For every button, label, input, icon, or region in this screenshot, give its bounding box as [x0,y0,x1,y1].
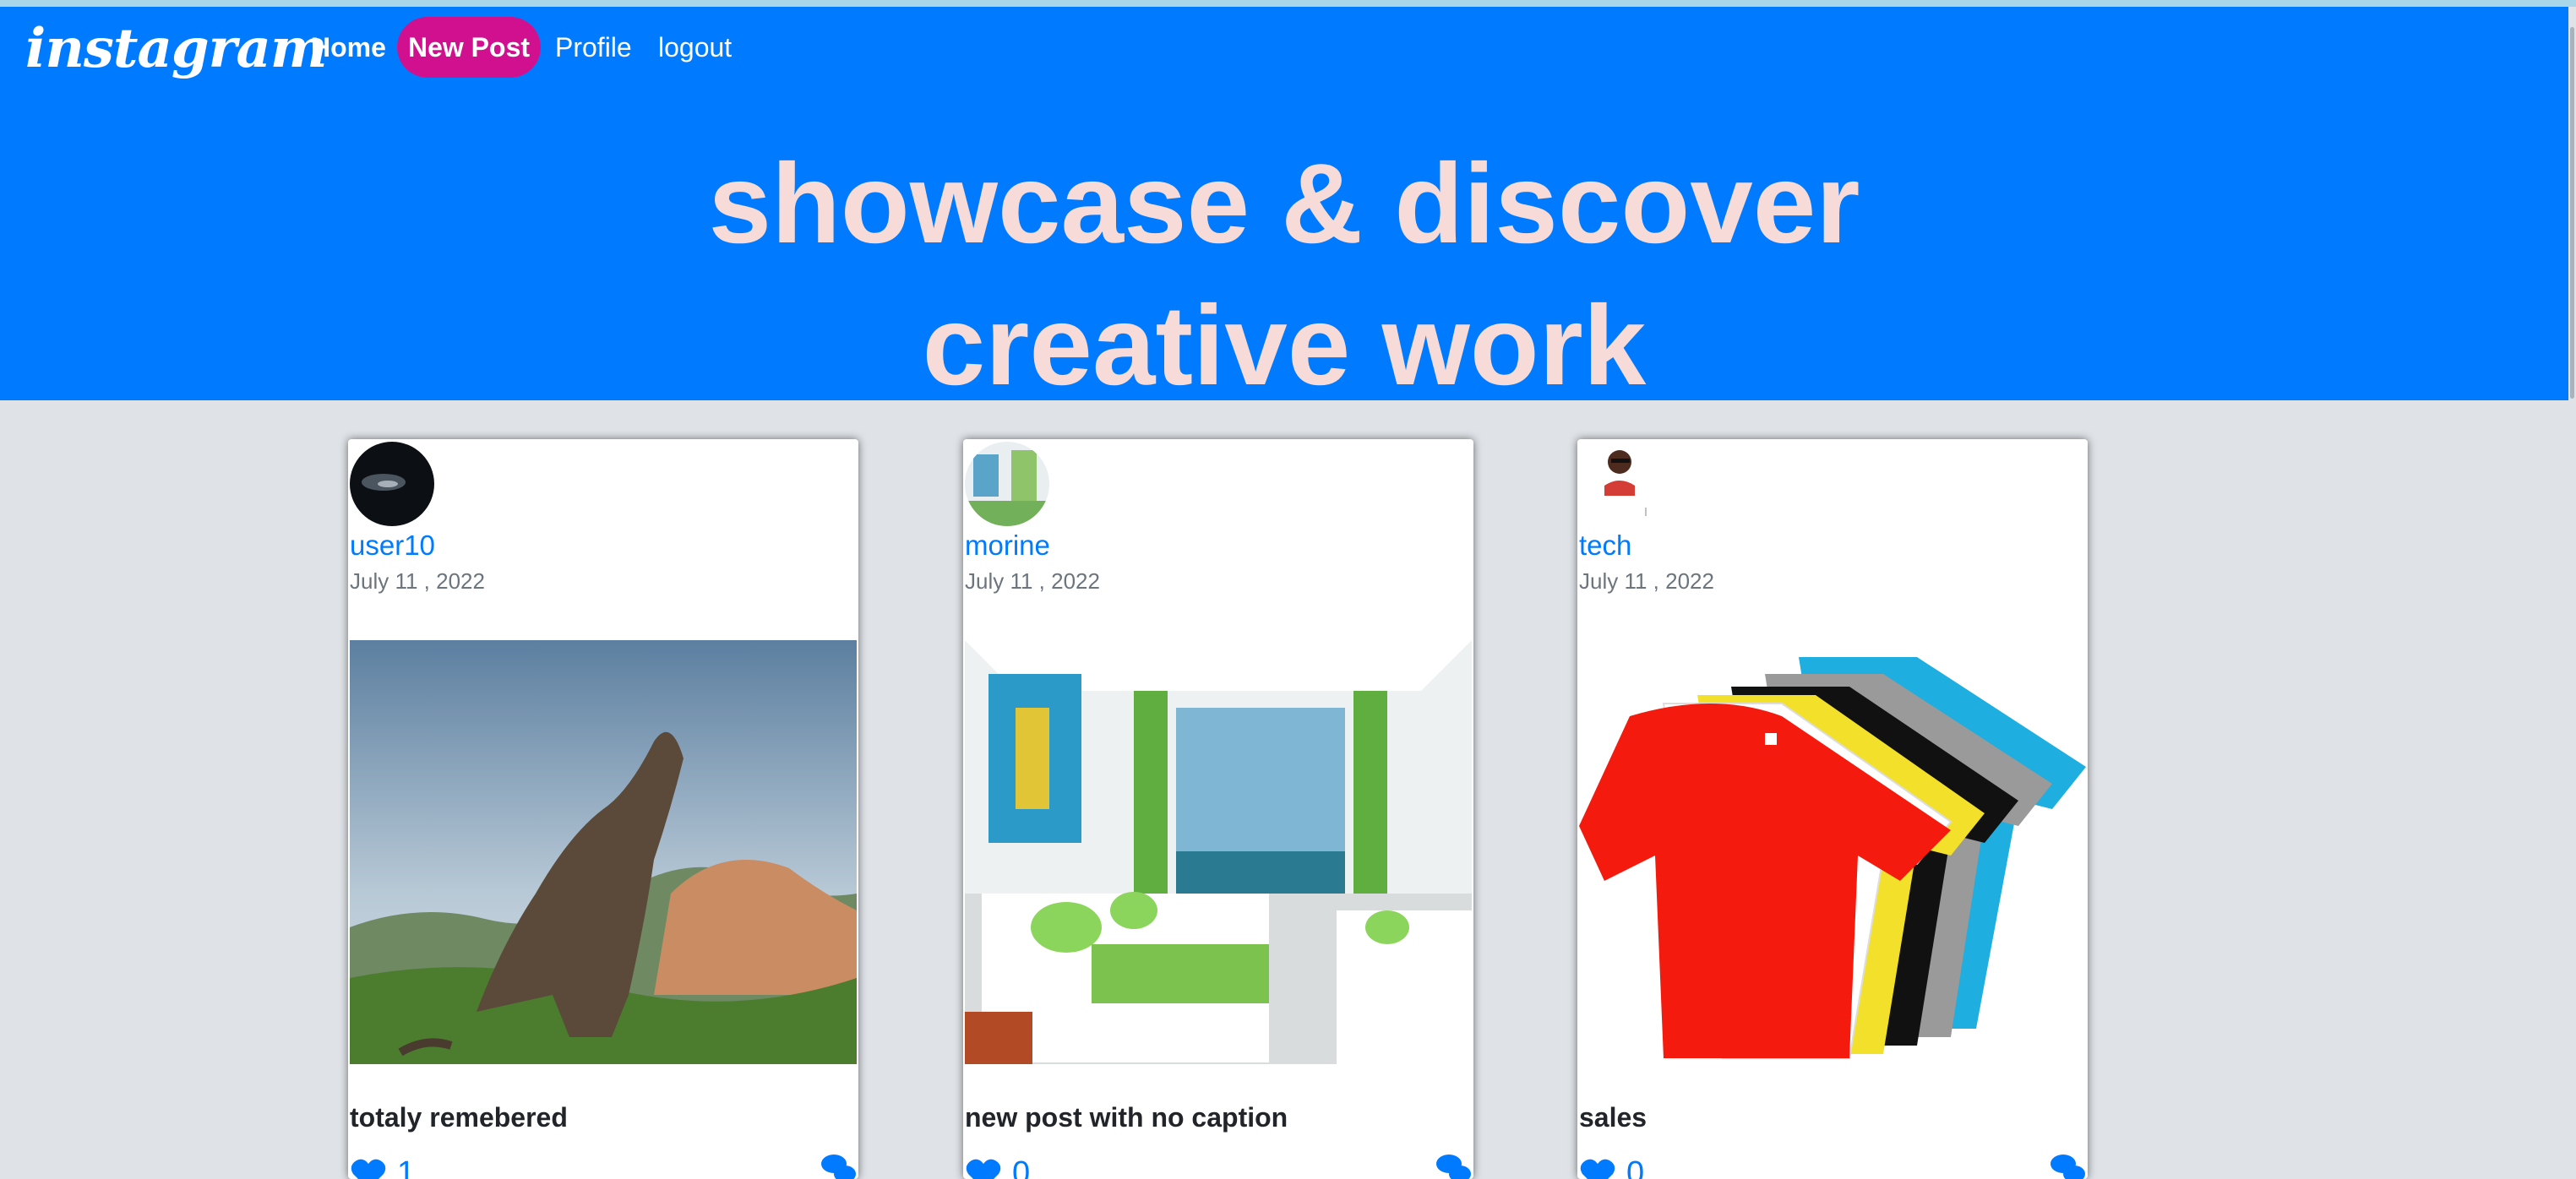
comments-icon[interactable] [2049,1152,2086,1179]
like-count: 1 [397,1155,416,1179]
new-post-button[interactable]: New Post [397,17,541,78]
instagram-logo[interactable]: instagram [25,17,328,80]
post-image[interactable] [350,640,857,1064]
page-scrollbar[interactable] [2568,7,2576,1179]
hero-tagline-line2: creative work [922,283,1647,409]
post-date: July 11 , 2022 [965,568,1100,594]
like-control[interactable]: 0 [965,1155,1030,1179]
post-caption: sales [1579,1102,1647,1133]
avatar[interactable] [965,442,1049,526]
post-username[interactable]: tech [1579,530,1631,562]
post-username[interactable]: morine [965,530,1050,562]
hero-tagline: showcase & discover creative work [0,133,2568,417]
hero-tagline-line1: showcase & discover [708,141,1860,267]
heart-icon [1580,1159,1615,1179]
comments-icon[interactable] [1435,1152,1472,1179]
scrollbar-thumb[interactable] [2570,27,2574,399]
nav-profile-link[interactable]: Profile [555,32,632,63]
post-caption: totaly remebered [350,1102,568,1133]
heart-icon [966,1159,1001,1179]
like-count: 0 [1012,1155,1031,1179]
header-hero: instagram Home New Post Profile logout s… [0,7,2568,409]
heart-icon [351,1159,386,1179]
like-control[interactable]: 0 [1579,1155,1644,1179]
avatar[interactable] [350,442,434,526]
post-card: morine July 11 , 2022 new post with no c… [963,439,1473,1179]
nav-home-link[interactable]: Home [311,32,386,63]
post-username[interactable]: user10 [350,530,435,562]
nav-logout-link[interactable]: logout [658,32,732,63]
window-top-strip [0,0,2576,7]
post-card: tech July 11 , 2022 sales 0 [1577,439,2088,1179]
comments-icon[interactable] [820,1152,857,1179]
post-caption: new post with no caption [965,1102,1288,1133]
like-count: 0 [1626,1155,1645,1179]
like-control[interactable]: 1 [350,1155,415,1179]
post-image[interactable] [1579,640,2086,1064]
post-card: user10 July 11 , 2022 totaly remebered 1 [348,439,858,1179]
avatar[interactable] [1579,442,1664,526]
post-date: July 11 , 2022 [1579,568,1714,594]
post-image[interactable] [965,640,1472,1064]
post-date: July 11 , 2022 [350,568,485,594]
